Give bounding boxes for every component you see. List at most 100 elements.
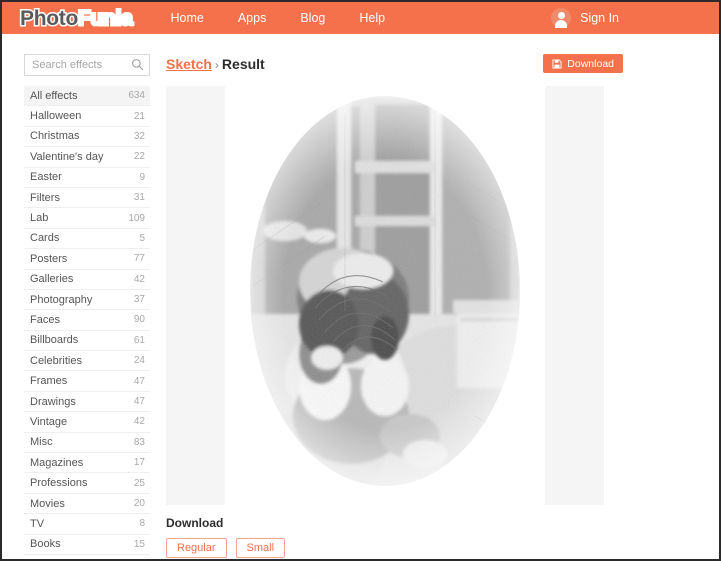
sidebar-item-count: 8 [139,518,145,530]
logo-text-funia: Funia [76,6,134,30]
sidebar-item-halloween[interactable]: Halloween 21 [24,106,150,127]
download-section-title: Download [166,516,224,530]
sidebar-item-label: Books [30,538,61,551]
sidebar-item-label: Galleries [30,273,74,286]
nav-link-blog[interactable]: Blog [300,11,325,25]
sidebar-item-books[interactable]: Books 15 [24,535,150,555]
download-option-regular[interactable]: Regular [166,538,227,558]
sidebar-item-count: 32 [133,130,145,142]
sidebar-item-photography[interactable]: Photography 37 [24,290,150,311]
sidebar-item-misc[interactable]: Misc 83 [24,433,150,454]
nav-link-home[interactable]: Home [170,11,203,25]
sidebar-item-label: Valentine's day [30,150,104,163]
sidebar-item-count: 5 [139,232,145,244]
result-image[interactable] [225,86,545,505]
download-section: Download Regular Small [166,516,604,558]
sidebar-item-label: Billboards [30,334,79,347]
breadcrumb-current-result: Result [221,56,265,72]
sidebar-item-count: 22 [133,151,145,163]
sidebar-item-easter[interactable]: Easter 9 [24,168,150,188]
download-button[interactable]: Download [543,54,623,73]
sidebar-item-count: 25 [133,477,145,489]
sidebar-item-count: 77 [133,253,145,265]
sidebar-item-label: Photography [30,293,93,306]
sidebar-item-count: 31 [133,192,145,204]
sidebar-item-count: 21 [133,110,145,122]
sidebar-item-vintage[interactable]: Vintage 42 [24,412,150,433]
download-options: Regular Small [166,538,604,558]
sign-in-button[interactable]: Sign In [551,8,619,28]
sidebar-item-tv[interactable]: TV 8 [24,514,150,535]
sidebar-item-count: 90 [133,314,145,326]
sidebar-item-cards[interactable]: Cards 5 [24,229,150,250]
sidebar-item-label: Celebrities [30,354,82,367]
search-box [24,54,150,76]
breadcrumb-separator: › [214,58,219,72]
sidebar-item-label: Posters [30,252,68,265]
content-header: Sketch › Result Download [166,54,719,80]
sidebar-item-count: 47 [133,375,145,387]
download-button-label: Download [567,57,614,70]
sidebar-item-movies[interactable]: Movies 20 [24,494,150,515]
sidebar-item-count: 109 [128,212,145,224]
download-option-small[interactable]: Small [235,538,286,558]
logo-text-photo: Photo [19,6,80,30]
sidebar-item-celebrities[interactable]: Celebrities 24 [24,351,150,372]
nav-link-apps[interactable]: Apps [238,11,267,25]
sidebar-item-count: 15 [133,538,145,550]
top-navbar: PhotoFunia Home Apps Blog Help Sign In [2,2,719,34]
sidebar-item-label: Lab [30,212,49,225]
nav-link-help[interactable]: Help [359,11,385,25]
sidebar-item-magazines[interactable]: Magazines 17 [24,453,150,474]
sidebar-item-valentine-s-day[interactable]: Valentine's day 22 [24,147,150,168]
sidebar-item-count: 47 [133,396,145,408]
sidebar-item-label: Filters [30,191,60,204]
sidebar-item-count: 20 [133,498,145,509]
result-panel [166,86,604,505]
sketch-image-graphic [225,86,545,505]
sidebar-item-label: Frames [30,375,68,388]
sidebar-item-count: 37 [133,294,145,306]
breadcrumb: Sketch › Result [166,56,265,72]
sidebar-item-label: Halloween [30,110,82,123]
sidebar-item-label: TV [30,517,45,530]
sidebar-item-faces[interactable]: Faces 90 [24,310,150,331]
sidebar-item-label: Christmas [30,130,80,143]
search-input[interactable] [24,54,150,76]
sidebar-item-galleries[interactable]: Galleries 42 [24,270,150,290]
user-avatar-icon [551,8,572,28]
sidebar-item-count: 42 [133,416,145,428]
category-list: All effects 634 Halloween 21 Christmas 32 Vale… [24,86,150,555]
main-content: Sketch › Result Download Download Regula… [166,34,719,559]
breadcrumb-link-sketch[interactable]: Sketch [166,56,212,72]
sidebar-item-count: 24 [133,355,145,367]
sidebar-item-drawings[interactable]: Drawings 47 [24,392,150,413]
sidebar-item-label: Movies [30,497,65,510]
sidebar-item-frames[interactable]: Frames 47 [24,371,150,392]
sidebar-item-label: Easter [30,171,62,184]
site-logo[interactable]: PhotoFunia [19,6,135,30]
save-disk-icon [552,58,562,69]
sidebar-item-professions[interactable]: Professions 25 [24,473,150,494]
sidebar-item-christmas[interactable]: Christmas 32 [24,127,150,148]
photofunia-page: PhotoFunia Home Apps Blog Help Sign In A… [0,0,721,561]
sidebar-item-count: 17 [133,457,145,469]
sidebar-item-label: All effects [30,89,78,102]
sidebar-item-count: 9 [139,171,145,183]
sidebar-item-posters[interactable]: Posters 77 [24,249,150,270]
sidebar-item-label: Misc [30,436,53,449]
primary-nav: Home Apps Blog Help [170,11,419,25]
sidebar-item-label: Magazines [30,456,84,469]
sidebar-item-filters[interactable]: Filters 31 [24,188,150,209]
sidebar-item-billboards[interactable]: Billboards 61 [24,331,150,352]
sidebar-item-label: Vintage [30,415,68,428]
sidebar-item-all-effects[interactable]: All effects 634 [24,86,150,107]
sidebar-item-count: 42 [133,273,145,285]
sidebar-item-lab[interactable]: Lab 109 [24,208,150,229]
sidebar: All effects 634 Halloween 21 Christmas 32 Vale… [2,34,166,559]
sidebar-item-label: Professions [30,477,88,490]
sign-in-label: Sign In [580,11,619,25]
sidebar-item-count: 634 [128,90,145,102]
sidebar-item-count: 61 [133,334,145,346]
sidebar-item-label: Drawings [30,395,76,408]
